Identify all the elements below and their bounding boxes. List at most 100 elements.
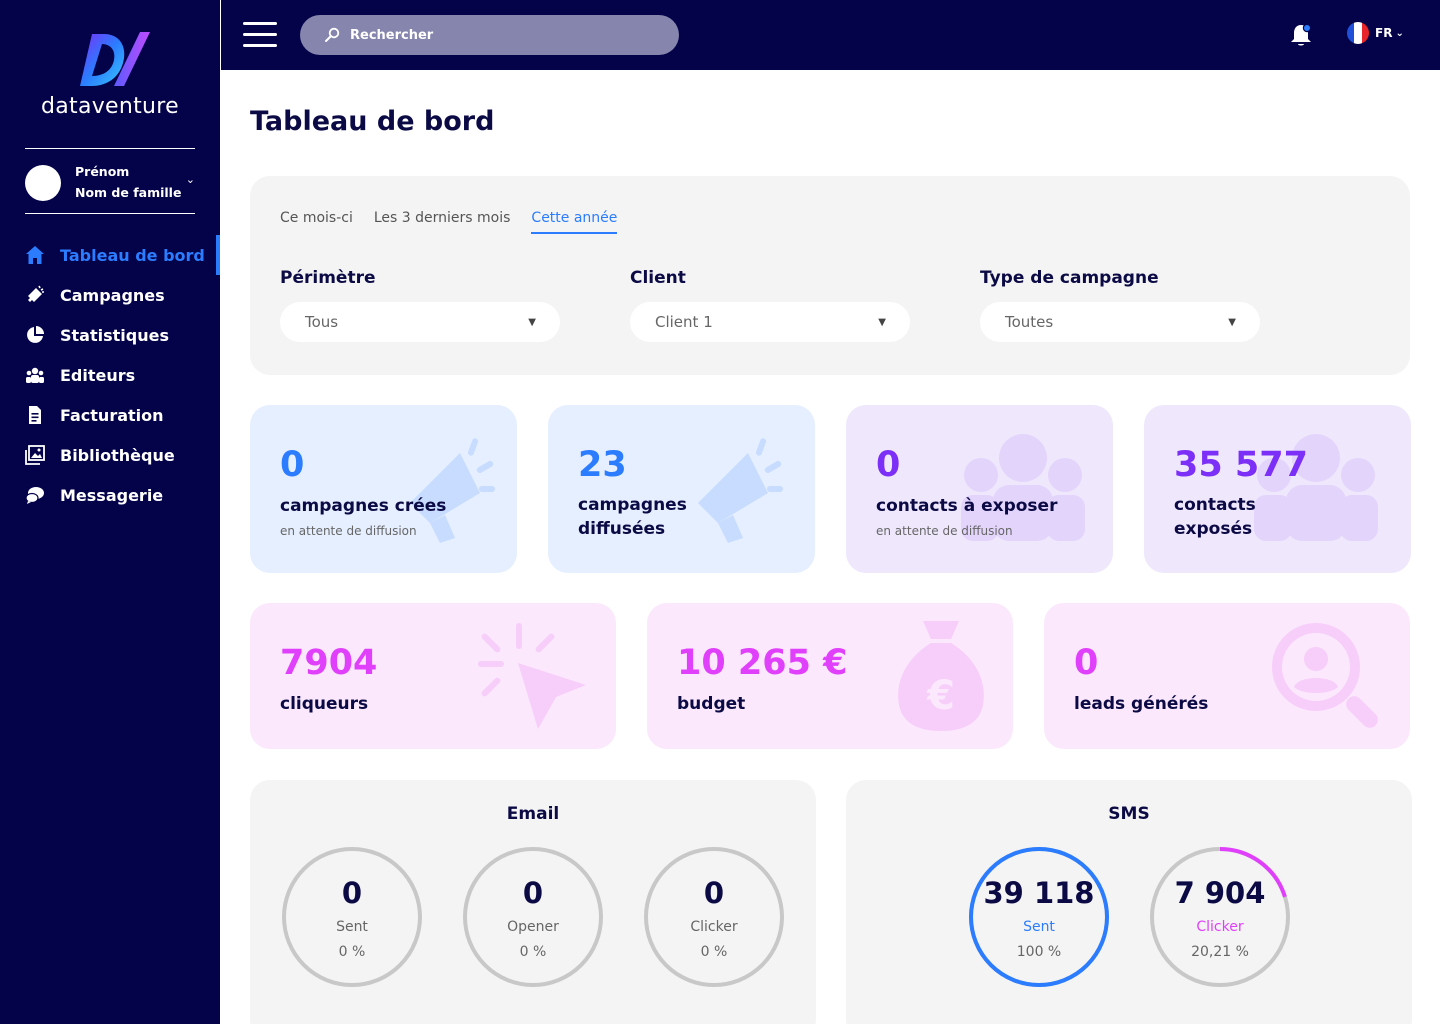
tab-3-derniers-mois[interactable]: Les 3 derniers mois [374,210,511,234]
ring-percent: 0 % [519,944,547,960]
france-flag-icon [1347,22,1369,44]
menu-icon[interactable] [243,22,277,48]
progress-ring [463,847,603,987]
megaphone-icon [698,438,783,543]
sidebar-item-campagnes[interactable]: Campagnes [0,275,220,315]
stat-label-line-2: diffusées [578,519,666,539]
search-input[interactable] [350,27,650,43]
brand-logo[interactable]: dataventure [0,28,220,119]
sms-sent-ring: 39 118 Sent 100 % [968,846,1110,988]
stat-label-line-1: contacts [1174,495,1256,515]
image-library-icon [25,445,45,465]
progress-ring [644,847,784,987]
avatar[interactable] [25,165,61,201]
page-title: Tableau de bord [250,106,495,137]
stat-sub: en attente de diffusion [280,524,417,538]
sidebar-item-tableau-de-bord[interactable]: Tableau de bord [0,235,220,275]
ring-percent: 0 % [338,944,366,960]
email-sent-ring: 0 Sent 0 % [281,846,423,988]
money-bag-icon: € [898,621,984,731]
ring-label: Clicker [690,919,738,935]
filter-perimetre: Périmètre Tous ▼ [280,268,560,342]
client-select[interactable]: Client 1 ▼ [630,302,910,342]
svg-text:€: € [926,673,955,719]
stat-value: 10 265 € [677,643,848,683]
sms-panel: SMS 39 118 Sent 100 % 7 904 Clicker 20,2… [846,780,1412,1024]
stat-value: 23 [578,445,627,485]
sidebar-item-statistiques[interactable]: Statistiques [0,315,220,355]
home-icon [25,245,45,265]
search-icon [325,27,340,42]
stat-value: 0 [1074,643,1099,683]
chevron-down-icon[interactable]: ⌄ [186,173,195,186]
stat-label: cliqueurs [280,694,369,714]
logo-mark-icon [80,32,150,86]
topbar: FR ⌄ [221,0,1440,70]
sidebar-item-label: Editeurs [60,365,136,385]
megaphone-icon [25,285,45,305]
progress-ring [282,847,422,987]
sidebar-item-facturation[interactable]: Facturation [0,395,220,435]
user-menu[interactable]: Prénom Nom de famille ⌄ [25,148,195,214]
ring-percent: 100 % [1016,944,1062,960]
sidebar-item-editeurs[interactable]: Editeurs [0,355,220,395]
filter-type-campagne: Type de campagne Toutes ▼ [980,268,1260,342]
stat-card-cliqueurs[interactable]: 7904 cliqueurs [250,603,616,749]
progress-ring [969,847,1109,987]
pie-chart-icon [25,325,45,345]
email-clicker-ring: 0 Clicker 0 % [643,846,785,988]
filter-label: Type de campagne [980,268,1159,288]
perimetre-select[interactable]: Tous ▼ [280,302,560,342]
stat-card-budget[interactable]: € 10 265 € budget [647,603,1013,749]
magnifier-user-icon [1272,623,1378,728]
chevron-down-icon: ▼ [878,316,886,328]
users-icon [25,365,45,385]
ring-label: Clicker [1196,919,1244,935]
search-bar[interactable] [300,15,679,55]
ring-value: 0 [341,876,363,910]
stat-card-contacts-exposes[interactable]: 35 577 contacts exposés [1144,405,1411,573]
filter-client: Client Client 1 ▼ [630,268,910,342]
bell-icon[interactable] [1289,22,1313,48]
stat-value: 0 [280,445,305,485]
brand-name: dataventure [40,94,180,119]
sidebar-item-messagerie[interactable]: Messagerie [0,475,220,515]
select-value: Toutes [1005,313,1054,331]
tab-cette-annee[interactable]: Cette année [531,210,618,234]
invoice-icon [25,405,45,425]
sidebar-item-label: Facturation [60,405,164,425]
sidebar-item-label: Campagnes [60,285,165,305]
language-code: FR [1375,26,1393,40]
sidebar-item-label: Statistiques [60,325,169,345]
stat-label: leads générés [1074,694,1209,714]
sidebar: dataventure Prénom Nom de famille ⌄ Tabl… [0,0,220,1024]
select-value: Client 1 [655,313,713,331]
ring-value: 39 118 [983,876,1095,910]
ring-label: Sent [1023,919,1055,935]
sidebar-item-label: Bibliothèque [60,445,175,465]
stat-card-campagnes-diffusees[interactable]: 23 campagnes diffusées [548,405,815,573]
language-selector[interactable]: FR ⌄ [1347,22,1404,44]
filter-label: Client [630,268,686,288]
type-campagne-select[interactable]: Toutes ▼ [980,302,1260,342]
email-opener-ring: 0 Opener 0 % [462,846,604,988]
ring-value: 0 [703,876,725,910]
stat-label: contacts à exposer [876,496,1058,516]
sidebar-item-label: Messagerie [60,485,164,505]
progress-ring [1150,847,1290,987]
ring-label: Sent [336,919,368,935]
ring-value: 7 904 [1174,876,1266,910]
stat-card-leads[interactable]: 0 leads générés [1044,603,1410,749]
panel-title: SMS [1108,804,1150,824]
sidebar-item-bibliotheque[interactable]: Bibliothèque [0,435,220,475]
tab-ce-mois-ci[interactable]: Ce mois-ci [280,210,353,234]
cursor-click-icon [478,623,586,729]
chevron-down-icon: ▼ [1228,316,1236,328]
stat-label: budget [677,694,746,714]
stat-card-campagnes-creees[interactable]: 0 campagnes crées en attente de diffusio… [250,405,517,573]
user-last-name: Nom de famille [75,185,182,200]
stat-card-contacts-a-exposer[interactable]: 0 contacts à exposer en attente de diffu… [846,405,1113,573]
email-panel: Email 0 Sent 0 % 0 Opener 0 % 0 Clicker … [250,780,816,1024]
ring-percent: 0 % [700,944,728,960]
sidebar-item-label: Tableau de bord [60,245,205,265]
